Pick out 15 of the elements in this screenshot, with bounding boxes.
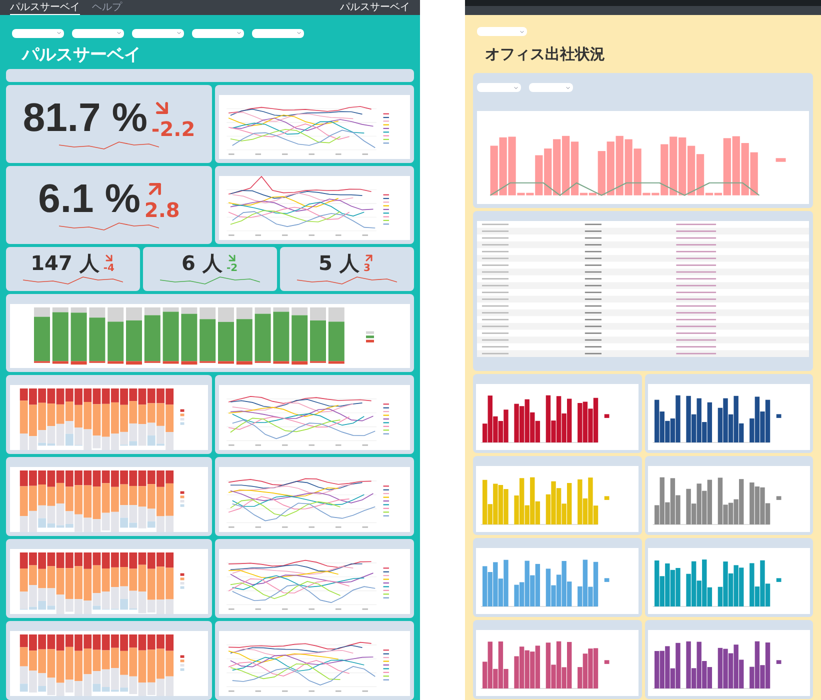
page-title: オフィス出社状況	[484, 44, 606, 64]
delta-value: 3	[363, 264, 370, 274]
delta-value: -2.2	[151, 119, 196, 139]
kpi-value: 5 人	[318, 253, 360, 273]
nav-tab[interactable]: ヘルプ	[92, 0, 122, 14]
nav-tab[interactable]: パルスサーベイ	[10, 0, 80, 14]
kpi-value: 147 人	[30, 253, 100, 273]
delta-value: 2.8	[144, 200, 180, 220]
kpi-value: 6.1 %	[38, 179, 140, 219]
brand-label: パルスサーベイ	[340, 1, 410, 15]
kpi-value: 81.7 %	[22, 98, 148, 138]
delta-value: -4	[103, 264, 114, 274]
page-title: パルスサーベイ	[20, 44, 142, 66]
kpi-value: 6 人	[182, 253, 222, 273]
delta-value: -2	[226, 264, 238, 274]
